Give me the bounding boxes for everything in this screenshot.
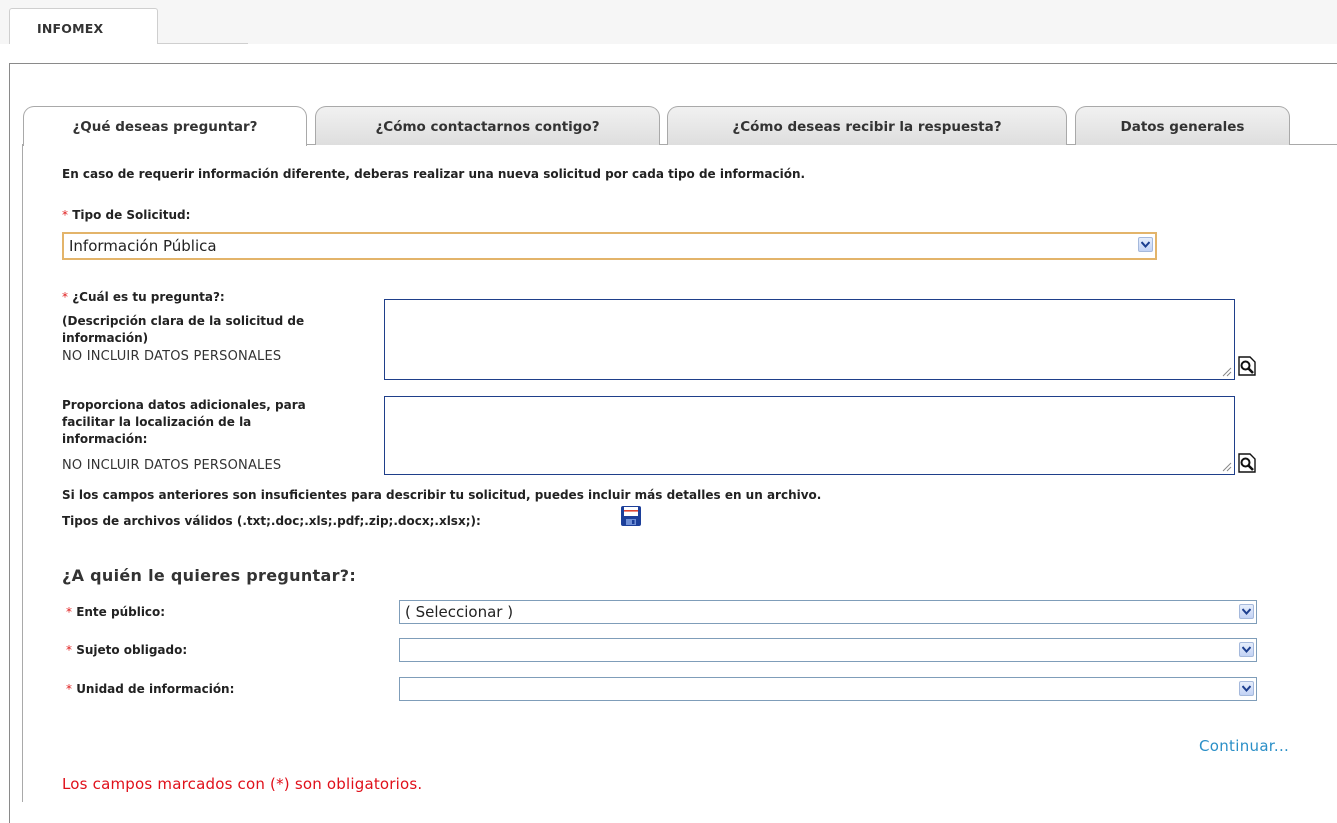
pregunta-textarea[interactable]: [384, 299, 1235, 380]
chevron-down-icon[interactable]: [1138, 237, 1153, 252]
ente-publico-value: ( Seleccionar ): [405, 603, 514, 621]
chevron-down-icon[interactable]: [1239, 681, 1254, 696]
required-mark: *: [66, 682, 72, 696]
adicionales-note: NO INCLUIR DATOS PERSONALES: [62, 458, 282, 473]
magnifier-icon[interactable]: [1237, 453, 1257, 473]
top-tab-divider: [158, 43, 248, 44]
tab-datos-generales[interactable]: Datos generales: [1075, 106, 1290, 145]
archivo-tipos: Tipos de archivos válidos (.txt;.doc;.xl…: [62, 514, 481, 528]
unidad-informacion-select[interactable]: [399, 677, 1257, 701]
tipo-label-text: Tipo de Solicitud:: [72, 208, 191, 222]
adicionales-line2: facilitar la localización de la: [62, 415, 252, 429]
required-mark: *: [62, 290, 68, 304]
required-fields-note: Los campos marcados con (*) son obligato…: [62, 775, 423, 793]
pregunta-desc-line1: (Descripción clara de la solicitud de: [62, 314, 305, 328]
section-title: ¿A quién le quieres preguntar?:: [62, 566, 357, 585]
unidad-label: * Unidad de información:: [66, 682, 234, 696]
floppy-disk-icon[interactable]: [620, 505, 642, 527]
tipo-solicitud-value: Información Pública: [69, 237, 217, 255]
pregunta-label-text: ¿Cuál es tu pregunta?:: [72, 290, 225, 304]
sujeto-label: * Sujeto obligado:: [66, 643, 187, 657]
top-tab-strip: [0, 0, 1337, 44]
tipo-solicitud-select[interactable]: Información Pública: [62, 232, 1157, 260]
required-mark: *: [66, 605, 72, 619]
unidad-label-text: Unidad de información:: [76, 682, 235, 696]
sujeto-obligado-select[interactable]: [399, 638, 1257, 662]
ente-label: * Ente público:: [66, 605, 165, 619]
tab-como-contactarnos[interactable]: ¿Cómo contactarnos contigo?: [315, 106, 660, 145]
adicionales-line3: información:: [62, 432, 148, 446]
pregunta-label: * ¿Cuál es tu pregunta?:: [62, 290, 225, 304]
archivo-info: Si los campos anteriores son insuficient…: [62, 488, 822, 502]
required-mark: *: [66, 643, 72, 657]
magnifier-icon[interactable]: [1237, 356, 1257, 376]
form-border: [22, 145, 23, 802]
pregunta-desc-line2: información): [62, 331, 149, 345]
tab-que-deseas-preguntar[interactable]: ¿Qué deseas preguntar?: [23, 106, 307, 146]
chevron-down-icon[interactable]: [1239, 642, 1254, 657]
resize-grip-icon[interactable]: [1221, 366, 1232, 377]
intro-text: En caso de requerir información diferent…: [62, 167, 806, 181]
sujeto-label-text: Sujeto obligado:: [76, 643, 188, 657]
pregunta-note: NO INCLUIR DATOS PERSONALES: [62, 349, 282, 364]
continuar-link[interactable]: Continuar...: [1199, 737, 1289, 755]
chevron-down-icon[interactable]: [1239, 604, 1254, 619]
ente-publico-select[interactable]: ( Seleccionar ): [399, 600, 1257, 624]
tipo-label: * Tipo de Solicitud:: [62, 208, 190, 222]
resize-grip-icon[interactable]: [1221, 461, 1232, 472]
tab-como-recibir-respuesta[interactable]: ¿Cómo deseas recibir la respuesta?: [667, 106, 1067, 145]
ente-label-text: Ente público:: [76, 605, 166, 619]
required-mark: *: [62, 208, 68, 222]
adicionales-line1: Proporciona datos adicionales, para: [62, 398, 306, 412]
adicionales-textarea[interactable]: [384, 396, 1235, 475]
tab-infomex[interactable]: INFOMEX: [9, 8, 158, 44]
